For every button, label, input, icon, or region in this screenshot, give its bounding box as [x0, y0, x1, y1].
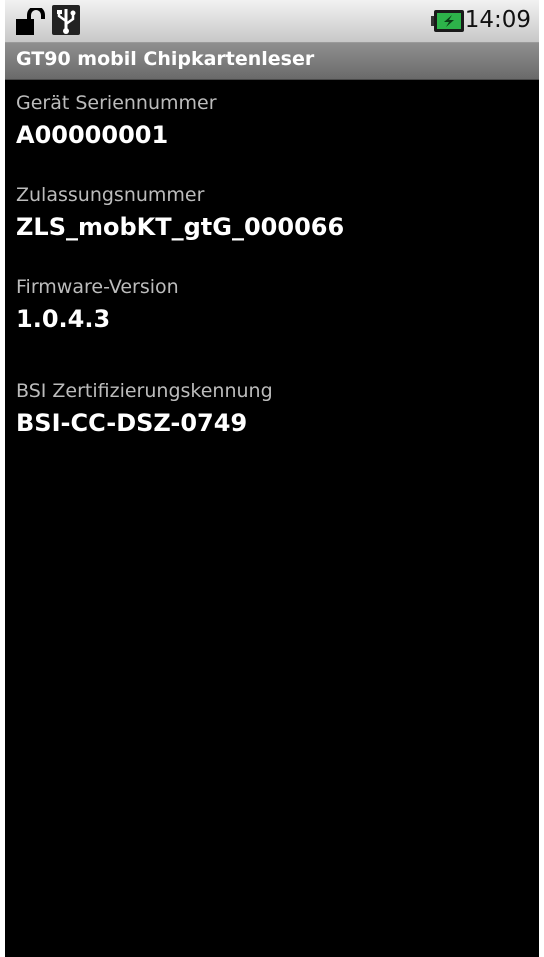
field-value: A00000001 — [16, 121, 169, 149]
field-firmware-version: Firmware-Version 1.0.4.3 — [16, 272, 531, 336]
battery-charging-icon — [431, 10, 464, 32]
clock: 14:09 — [464, 7, 531, 33]
field-label: Firmware-Version — [16, 276, 179, 298]
field-value: 1.0.4.3 — [16, 305, 111, 333]
field-label: Gerät Seriennummer — [16, 92, 217, 114]
device-info-list: Gerät Seriennummer A00000001 Zulassungsn… — [16, 88, 531, 440]
field-approval-number: Zulassungsnummer ZLS_mobKT_gtG_000066 — [16, 180, 531, 244]
status-bar[interactable]: 14:09 — [5, 0, 539, 43]
field-bsi-certification: BSI Zertifizierungskennung BSI-CC-DSZ-07… — [16, 376, 531, 440]
lock-open-icon — [16, 8, 45, 35]
field-value: ZLS_mobKT_gtG_000066 — [16, 213, 345, 241]
field-label: BSI Zertifizierungskennung — [16, 380, 273, 402]
field-value: BSI-CC-DSZ-0749 — [16, 409, 248, 437]
field-serial-number: Gerät Seriennummer A00000001 — [16, 88, 531, 152]
phone-screen: 14:09 GT90 mobil Chipkartenleser Gerät S… — [5, 0, 539, 957]
app-title-bar: GT90 mobil Chipkartenleser — [5, 43, 539, 80]
usb-icon — [52, 5, 80, 35]
app-title: GT90 mobil Chipkartenleser — [16, 48, 315, 70]
field-label: Zulassungsnummer — [16, 184, 205, 206]
